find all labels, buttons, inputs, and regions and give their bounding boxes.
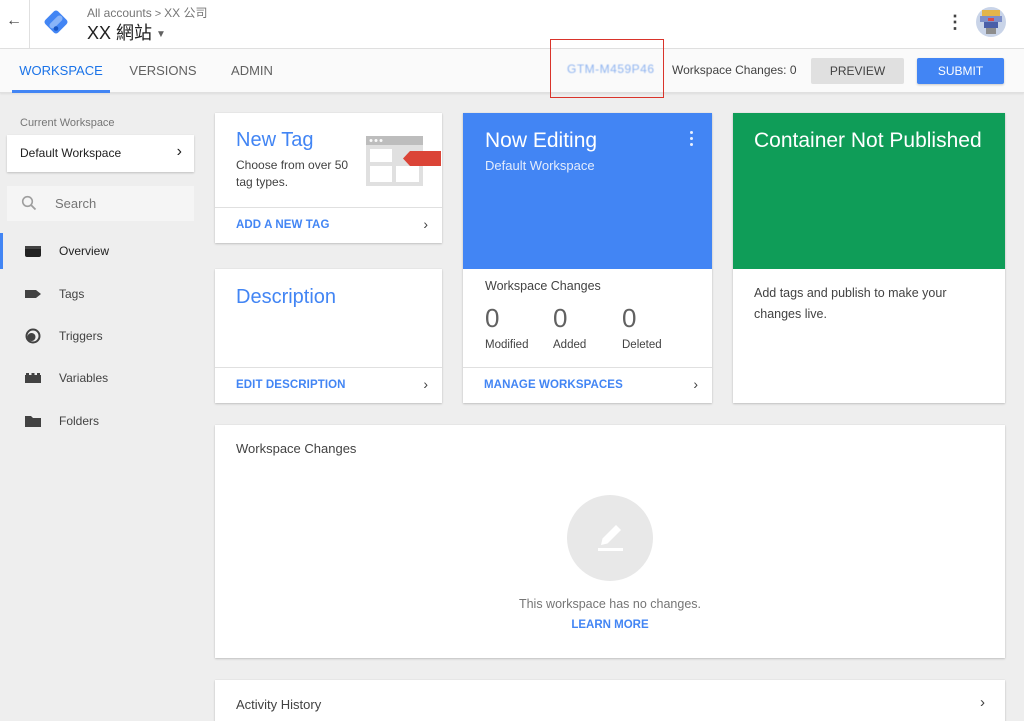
workspace-selector[interactable]: Default Workspace ›	[7, 135, 194, 172]
add-new-tag-label: ADD A NEW TAG	[236, 219, 330, 231]
publish-status-text: Add tags and publish to make your change…	[754, 286, 947, 321]
tag-manager-logo-icon[interactable]	[43, 9, 69, 35]
stat-label: Deleted	[622, 339, 662, 351]
current-workspace-label: Current Workspace	[20, 117, 115, 129]
publish-status-body: Add tags and publish to make your change…	[733, 269, 1005, 403]
edit-pencil-icon	[598, 525, 623, 551]
chevron-right-icon: ›	[693, 376, 698, 392]
avatar[interactable]	[976, 7, 1006, 37]
new-tag-card: New Tag Choose from over 50 tag types. A…	[215, 113, 442, 243]
publish-status-header: Container Not Published	[733, 113, 1005, 269]
stat-deleted: 0 Deleted	[622, 303, 662, 351]
manage-workspaces-link[interactable]: MANAGE WORKSPACES ›	[463, 367, 712, 403]
tab-admin[interactable]: ADMIN	[220, 49, 284, 92]
search-input[interactable]: Search	[7, 186, 194, 221]
stat-added: 0 Added	[553, 303, 586, 351]
workspace-changes-panel: Workspace Changes This workspace has no …	[215, 425, 1005, 658]
edit-description-link[interactable]: EDIT DESCRIPTION ›	[215, 367, 442, 403]
stat-value: 0	[553, 303, 568, 333]
sidebar-item-folders[interactable]: Folders	[0, 403, 200, 439]
sidebar-item-label: Overview	[59, 244, 110, 258]
chevron-right-icon: ›	[176, 143, 182, 160]
new-tag-title[interactable]: New Tag	[236, 129, 313, 152]
breadcrumb-account[interactable]: XX 公司	[164, 6, 207, 20]
caret-down-icon: ▼	[156, 28, 166, 40]
sidebar-item-label: Triggers	[59, 329, 103, 343]
learn-more-link[interactable]: LEARN MORE	[215, 619, 1005, 631]
new-tag-description: Choose from over 50 tag types.	[236, 158, 349, 189]
empty-state-circle	[567, 495, 653, 581]
variable-icon	[25, 373, 41, 383]
back-arrow-icon[interactable]: ←	[5, 12, 23, 30]
chevron-right-icon: ›	[980, 694, 985, 711]
publish-status-card: Container Not Published Add tags and pub…	[733, 113, 1005, 403]
workspace-changes-title: Workspace Changes	[485, 279, 601, 293]
activity-history-title: Activity History	[236, 697, 322, 712]
now-editing-title: Now Editing	[485, 129, 598, 152]
sidebar-item-tags[interactable]: Tags	[0, 276, 200, 312]
chevron-right-icon: ›	[423, 216, 428, 232]
sidebar-item-variables[interactable]: Variables	[0, 360, 200, 396]
workspace-changes-summary: Workspace Changes 0 Modified 0 Added 0 D…	[463, 269, 712, 367]
tab-bar: WORKSPACE VERSIONS ADMIN GTM-M459P46 Wor…	[0, 39, 1024, 98]
sidebar-item-overview[interactable]: Overview	[0, 233, 200, 269]
tab-workspace[interactable]: WORKSPACE	[12, 49, 110, 93]
sidebar-item-triggers[interactable]: Triggers	[0, 318, 200, 354]
submit-button[interactable]: SUBMIT	[917, 58, 1004, 84]
stat-modified: 0 Modified	[485, 303, 528, 351]
chevron-right-icon: ›	[423, 376, 428, 392]
breadcrumb-all-accounts[interactable]: All accounts	[87, 6, 152, 20]
more-vert-icon[interactable]: ⋮	[946, 11, 964, 33]
stat-value: 0	[485, 303, 500, 333]
now-editing-workspace: Default Workspace	[485, 158, 595, 173]
sidebar-item-label: Tags	[59, 287, 85, 301]
highlight-box	[550, 39, 664, 98]
more-vert-icon[interactable]	[689, 131, 695, 147]
sidebar-item-label: Variables	[59, 371, 109, 385]
container-name: XX 網站	[87, 23, 153, 43]
search-placeholder: Search	[55, 196, 97, 211]
now-editing-card: Now Editing Default Workspace Workspace …	[463, 113, 712, 403]
top-bar: ← All accounts > XX 公司 XX 網站 ▼ ⋮	[0, 0, 1024, 49]
description-card: Description EDIT DESCRIPTION ›	[215, 269, 442, 403]
add-new-tag-link[interactable]: ADD A NEW TAG ›	[215, 207, 442, 243]
publish-status-title: Container Not Published	[754, 129, 982, 152]
tag-icon	[25, 290, 41, 298]
description-title: Description	[236, 286, 337, 308]
search-icon	[21, 195, 37, 211]
edit-description-label: EDIT DESCRIPTION	[236, 379, 346, 391]
trigger-icon	[25, 328, 41, 344]
activity-history-row[interactable]: Activity History ›	[215, 680, 1005, 721]
empty-state-text: This workspace has no changes.	[518, 597, 702, 611]
workspace-changes-panel-title: Workspace Changes	[236, 441, 357, 456]
container-selector[interactable]: XX 網站 ▼	[87, 19, 166, 45]
stat-value: 0	[622, 303, 637, 333]
manage-workspaces-label: MANAGE WORKSPACES	[484, 379, 623, 391]
workspace-changes-count: Workspace Changes: 0	[672, 63, 797, 77]
workspace-name: Default Workspace	[20, 146, 122, 160]
now-editing-header: Now Editing Default Workspace	[463, 113, 712, 269]
preview-button[interactable]: PREVIEW	[811, 58, 904, 84]
tag-illustration-icon	[366, 136, 441, 186]
tab-versions[interactable]: VERSIONS	[121, 49, 205, 92]
overview-icon	[25, 246, 41, 257]
stat-label: Added	[553, 339, 587, 351]
divider	[29, 0, 30, 48]
sidebar-item-label: Folders	[59, 414, 100, 428]
stat-label: Modified	[485, 339, 529, 351]
folder-icon	[25, 416, 41, 427]
